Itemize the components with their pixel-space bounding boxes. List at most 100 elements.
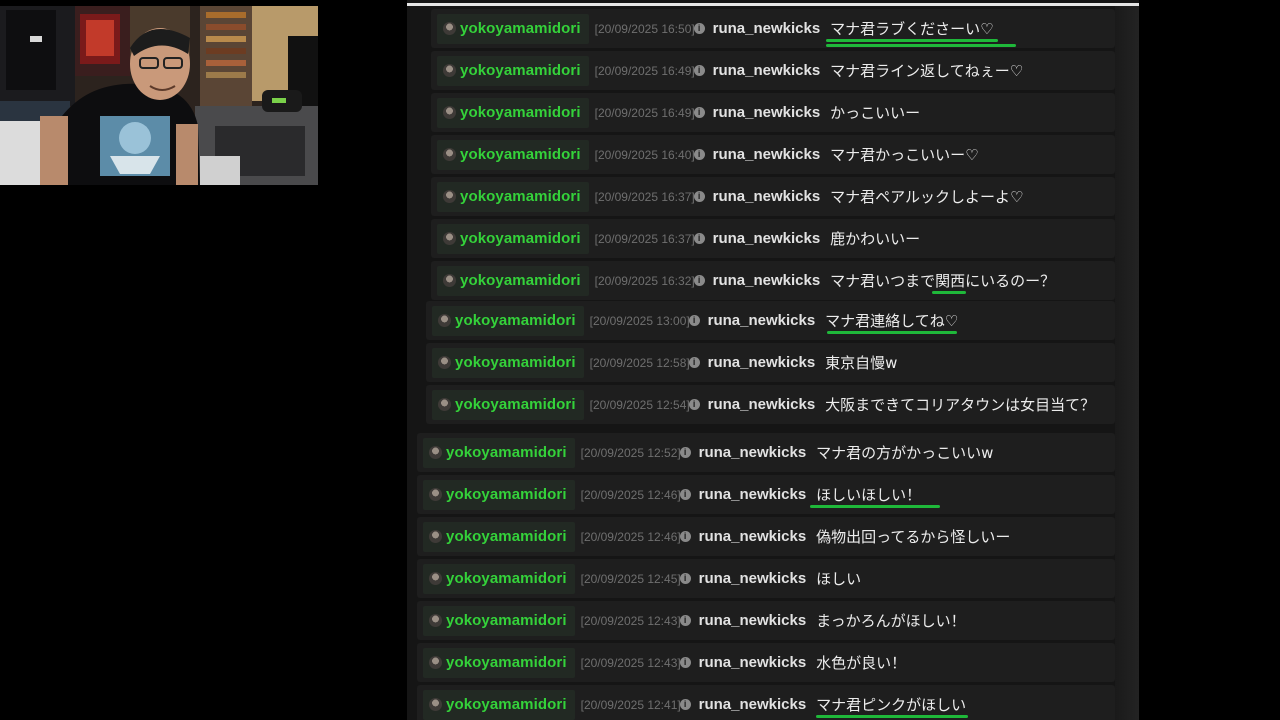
info-icon[interactable]: i [693, 107, 705, 118]
chat-username[interactable]: yokoyamamidori [446, 612, 567, 629]
chat-username[interactable]: yokoyamamidori [460, 230, 581, 247]
username-badge[interactable]: yokoyamamidori [423, 605, 575, 636]
username-badge[interactable]: yokoyamamidori [432, 389, 584, 420]
recipient-name[interactable]: runa_newkicks [713, 230, 821, 247]
username-badge[interactable]: yokoyamamidori [423, 479, 575, 510]
chat-username[interactable]: yokoyamamidori [455, 312, 576, 329]
recipient-name[interactable]: runa_newkicks [699, 612, 807, 629]
username-badge[interactable]: yokoyamamidori [437, 55, 589, 86]
message-timestamp: [20/09/2025 13:00] [589, 313, 690, 328]
avatar [443, 22, 456, 35]
info-icon[interactable]: i [679, 699, 691, 710]
highlight-underline [826, 39, 999, 42]
avatar [443, 232, 456, 245]
info-icon[interactable]: i [693, 23, 705, 34]
recipient-name[interactable]: runa_newkicks [699, 486, 807, 503]
info-icon[interactable]: i [679, 531, 691, 542]
message-timestamp: [20/09/2025 12:45] [580, 571, 681, 586]
username-badge[interactable]: yokoyamamidori [432, 347, 584, 378]
chat-message-row: yokoyamamidori [20/09/2025 12:46] i runa_ne… [417, 517, 1115, 556]
chat-username[interactable]: yokoyamamidori [460, 62, 581, 79]
chat-username[interactable]: yokoyamamidori [446, 444, 567, 461]
username-badge[interactable]: yokoyamamidori [437, 13, 589, 44]
recipient-name[interactable]: runa_newkicks [713, 104, 821, 121]
chat-message-row: yokoyamamidori [20/09/2025 12:43] i runa_ne… [417, 643, 1115, 682]
recipient-name[interactable]: runa_newkicks [713, 20, 821, 37]
username-badge[interactable]: yokoyamamidori [437, 97, 589, 128]
webcam-overlay [0, 6, 318, 185]
info-icon[interactable]: i [693, 149, 705, 160]
chat-message-row: yokoyamamidori [20/09/2025 16:37] i runa_ne… [431, 219, 1115, 258]
info-icon[interactable]: i [693, 275, 705, 286]
message-text: 水色が良い！ [816, 654, 907, 672]
username-badge[interactable]: yokoyamamidori [423, 521, 575, 552]
recipient-name[interactable]: runa_newkicks [708, 396, 816, 413]
chat-username[interactable]: yokoyamamidori [460, 188, 581, 205]
recipient-name[interactable]: runa_newkicks [699, 570, 807, 587]
username-badge[interactable]: yokoyamamidori [437, 181, 589, 212]
chat-message-row: yokoyamamidori [20/09/2025 12:41] i runa_ne… [417, 685, 1115, 720]
chat-message-row: yokoyamamidori [20/09/2025 16:50] i runa_ne… [431, 9, 1115, 48]
chat-username[interactable]: yokoyamamidori [446, 486, 567, 503]
message-text: ほしい [816, 570, 862, 588]
username-badge[interactable]: yokoyamamidori [423, 689, 575, 720]
chat-message-row: yokoyamamidori [20/09/2025 12:58] i runa_ne… [426, 343, 1115, 382]
avatar [443, 64, 456, 77]
info-icon[interactable]: i [688, 315, 700, 326]
message-timestamp: [20/09/2025 12:46] [580, 487, 681, 502]
chat-username[interactable]: yokoyamamidori [455, 354, 576, 371]
recipient-name[interactable]: runa_newkicks [708, 312, 816, 329]
avatar [443, 148, 456, 161]
chat-username[interactable]: yokoyamamidori [446, 528, 567, 545]
recipient-name[interactable]: runa_newkicks [699, 654, 807, 671]
message-text: マナ君ピンクがほしい [816, 694, 969, 718]
highlight-underline [816, 715, 969, 718]
avatar [443, 106, 456, 119]
recipient-name[interactable]: runa_newkicks [713, 146, 821, 163]
message-text: まっかろんがほしい！ [816, 612, 966, 630]
chat-username[interactable]: yokoyamamidori [460, 146, 581, 163]
chat-username[interactable]: yokoyamamidori [460, 20, 581, 37]
info-icon[interactable]: i [679, 657, 691, 668]
info-icon[interactable]: i [679, 573, 691, 584]
info-icon[interactable]: i [693, 191, 705, 202]
chat-username[interactable]: yokoyamamidori [460, 104, 581, 121]
message-timestamp: [20/09/2025 16:49] [594, 105, 695, 120]
recipient-name[interactable]: runa_newkicks [713, 188, 821, 205]
username-badge[interactable]: yokoyamamidori [423, 647, 575, 678]
recipient-name[interactable]: runa_newkicks [699, 528, 807, 545]
username-badge[interactable]: yokoyamamidori [437, 139, 589, 170]
info-icon[interactable]: i [679, 489, 691, 500]
username-badge[interactable]: yokoyamamidori [437, 265, 589, 296]
recipient-name[interactable]: runa_newkicks [699, 696, 807, 713]
chat-username[interactable]: yokoyamamidori [446, 696, 567, 713]
recipient-name[interactable]: runa_newkicks [713, 62, 821, 79]
info-icon[interactable]: i [679, 615, 691, 626]
info-icon[interactable]: i [688, 399, 700, 410]
chat-username[interactable]: yokoyamamidori [446, 570, 567, 587]
chat-message-row: yokoyamamidori [20/09/2025 16:49] i runa_ne… [431, 93, 1115, 132]
recipient-name[interactable]: runa_newkicks [713, 272, 821, 289]
message-timestamp: [20/09/2025 12:58] [589, 355, 690, 370]
info-icon[interactable]: i [688, 357, 700, 368]
username-badge[interactable]: yokoyamamidori [432, 305, 584, 336]
chat-username[interactable]: yokoyamamidori [446, 654, 567, 671]
chat-message-row: yokoyamamidori [20/09/2025 16:49] i runa_ne… [431, 51, 1115, 90]
message-text: マナ君連絡してね♡ [825, 310, 958, 334]
message-text: ほしいほしい！ [810, 484, 941, 508]
message-timestamp: [20/09/2025 16:32] [594, 273, 695, 288]
username-badge[interactable]: yokoyamamidori [423, 437, 575, 468]
message-text: マナ君かっこいいー♡ [830, 146, 979, 164]
message-timestamp: [20/09/2025 12:54] [589, 397, 690, 412]
chat-username[interactable]: yokoyamamidori [460, 272, 581, 289]
chat-username[interactable]: yokoyamamidori [455, 396, 576, 413]
info-icon[interactable]: i [679, 447, 691, 458]
avatar [438, 356, 451, 369]
recipient-name[interactable]: runa_newkicks [699, 444, 807, 461]
username-badge[interactable]: yokoyamamidori [423, 563, 575, 594]
chat-message-row: yokoyamamidori [20/09/2025 13:00] i runa_ne… [426, 301, 1115, 340]
recipient-name[interactable]: runa_newkicks [708, 354, 816, 371]
info-icon[interactable]: i [693, 65, 705, 76]
username-badge[interactable]: yokoyamamidori [437, 223, 589, 254]
info-icon[interactable]: i [693, 233, 705, 244]
